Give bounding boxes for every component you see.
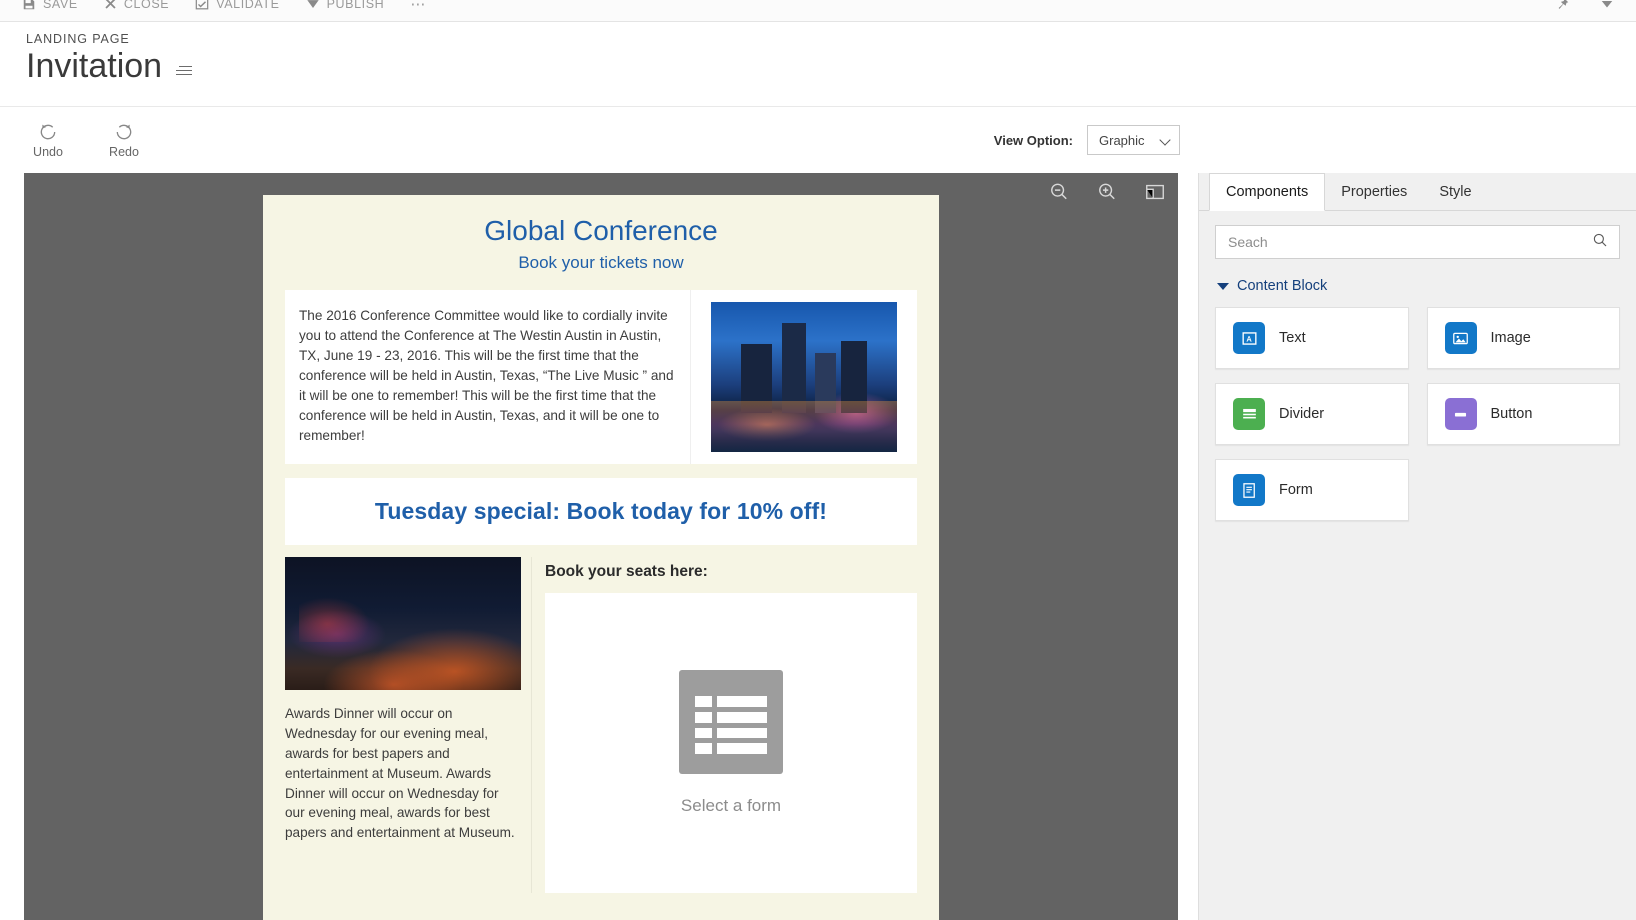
search-icon[interactable]	[1591, 231, 1609, 254]
panel-body: Content Block Text	[1199, 211, 1636, 521]
promo-banner-text: Tuesday special: Book today for 10% off!	[374, 498, 828, 525]
zoom-out-icon[interactable]	[1048, 181, 1070, 203]
tab-properties[interactable]: Properties	[1325, 173, 1423, 210]
fit-to-screen-icon[interactable]	[1144, 181, 1166, 203]
bottom-left-column[interactable]: Awards Dinner will occur on Wednesday fo…	[285, 557, 531, 893]
publish-label: PUBLISH	[326, 0, 385, 11]
tab-properties-label: Properties	[1341, 183, 1408, 200]
command-bar: SAVE CLOSE VALIDATE PUBLISH ⋯	[0, 0, 1636, 22]
save-icon	[22, 0, 36, 11]
command-bar-overflow-button[interactable]: ⋯	[410, 0, 426, 13]
promo-banner[interactable]: Tuesday special: Book today for 10% off!	[285, 478, 917, 546]
component-form[interactable]: Form	[1215, 459, 1409, 521]
component-text[interactable]: Text	[1215, 307, 1409, 369]
content-block-grid: Text Image Divider Button Form	[1215, 307, 1620, 521]
bottom-row: Awards Dinner will occur on Wednesday fo…	[285, 557, 917, 894]
list-menu-icon[interactable]	[176, 58, 193, 76]
tab-components-label: Components	[1226, 184, 1309, 200]
page-header-block[interactable]: Global Conference Book your tickets now	[263, 209, 939, 285]
content-block-section-header[interactable]: Content Block	[1217, 278, 1620, 294]
component-divider[interactable]: Divider	[1215, 383, 1409, 445]
form-dropzone[interactable]: Select a form	[545, 593, 917, 894]
redo-icon	[114, 122, 134, 142]
save-button[interactable]: SAVE	[22, 0, 78, 11]
intro-image-cell[interactable]	[691, 290, 917, 464]
component-search[interactable]	[1215, 225, 1620, 259]
chevron-down-icon	[1161, 135, 1171, 145]
book-seats-label: Book your seats here:	[545, 563, 708, 581]
view-option-select[interactable]: Graphic	[1087, 125, 1180, 155]
form-block-icon	[1233, 474, 1265, 506]
zoom-in-icon[interactable]	[1096, 181, 1118, 203]
undo-icon	[38, 122, 58, 142]
breadcrumb-entity-type: LANDING PAGE	[26, 32, 130, 46]
component-image[interactable]: Image	[1426, 307, 1620, 369]
component-text-label: Text	[1279, 330, 1306, 346]
close-button[interactable]: CLOSE	[104, 0, 169, 11]
component-image-label: Image	[1490, 330, 1531, 346]
component-button-label: Button	[1490, 406, 1533, 422]
page-header: LANDING PAGE Invitation	[0, 22, 1636, 107]
conference-title: Global Conference	[484, 215, 718, 246]
view-option-label: View Option:	[993, 132, 1073, 148]
image-block-icon	[1444, 322, 1477, 354]
editor-action-bar: Undo Redo View Option: Graphic	[0, 107, 1636, 173]
component-button[interactable]: Button	[1426, 383, 1620, 445]
component-form-label: Form	[1279, 482, 1313, 498]
view-option-group: View Option: Graphic	[994, 125, 1610, 155]
tab-style[interactable]: Style	[1423, 173, 1487, 210]
validate-icon	[195, 0, 209, 11]
title-row: Invitation	[26, 47, 1636, 86]
conference-audience-image[interactable]	[285, 557, 521, 691]
tab-components[interactable]: Components	[1209, 173, 1326, 211]
publish-chevron-icon	[306, 0, 320, 11]
component-divider-label: Divider	[1279, 406, 1325, 422]
awards-paragraph[interactable]: Awards Dinner will occur on Wednesday fo…	[285, 704, 521, 843]
divider-block-icon	[1233, 398, 1265, 430]
tab-style-label: Style	[1439, 183, 1472, 200]
content-block-section-title: Content Block	[1237, 278, 1328, 294]
caret-down-icon	[1217, 282, 1229, 290]
undo-label: Undo	[33, 144, 63, 159]
chevron-down-icon[interactable]	[1600, 0, 1614, 11]
pin-icon[interactable]	[1556, 0, 1570, 11]
conference-subtitle: Book your tickets now	[518, 253, 684, 273]
close-label: CLOSE	[123, 0, 170, 11]
panel-tabs: Components Properties Style	[1199, 173, 1636, 211]
view-option-value: Graphic	[1099, 132, 1145, 148]
validate-button[interactable]: VALIDATE	[195, 0, 279, 11]
intro-paragraph[interactable]: The 2016 Conference Committee would like…	[285, 290, 691, 465]
button-block-icon	[1444, 398, 1477, 430]
save-label: SAVE	[43, 0, 78, 11]
form-placeholder-icon	[679, 670, 783, 775]
undo-button[interactable]: Undo	[26, 122, 70, 159]
validate-label: VALIDATE	[216, 0, 280, 11]
text-block-icon	[1233, 322, 1265, 354]
close-x-icon	[104, 0, 117, 10]
page-title: Invitation	[26, 47, 163, 85]
right-properties-panel: Components Properties Style Content Bloc…	[1198, 173, 1636, 920]
bottom-right-column[interactable]: Book your seats here: Select a form	[531, 557, 917, 894]
redo-button[interactable]: Redo	[102, 122, 146, 159]
redo-label: Redo	[109, 144, 139, 159]
form-placeholder-text: Select a form	[680, 796, 782, 816]
austin-skyline-image[interactable]	[711, 302, 897, 453]
design-canvas[interactable]: Global Conference Book your tickets now …	[24, 173, 1178, 920]
undo-redo-group: Undo Redo	[26, 122, 146, 159]
canvas-zoom-toolbar	[1048, 181, 1166, 203]
search-input[interactable]	[1228, 234, 1591, 250]
landing-page-body[interactable]: Global Conference Book your tickets now …	[263, 195, 939, 920]
publish-button[interactable]: PUBLISH	[306, 0, 385, 11]
command-bar-right-group	[1556, 0, 1614, 11]
intro-row[interactable]: The 2016 Conference Committee would like…	[285, 290, 917, 465]
